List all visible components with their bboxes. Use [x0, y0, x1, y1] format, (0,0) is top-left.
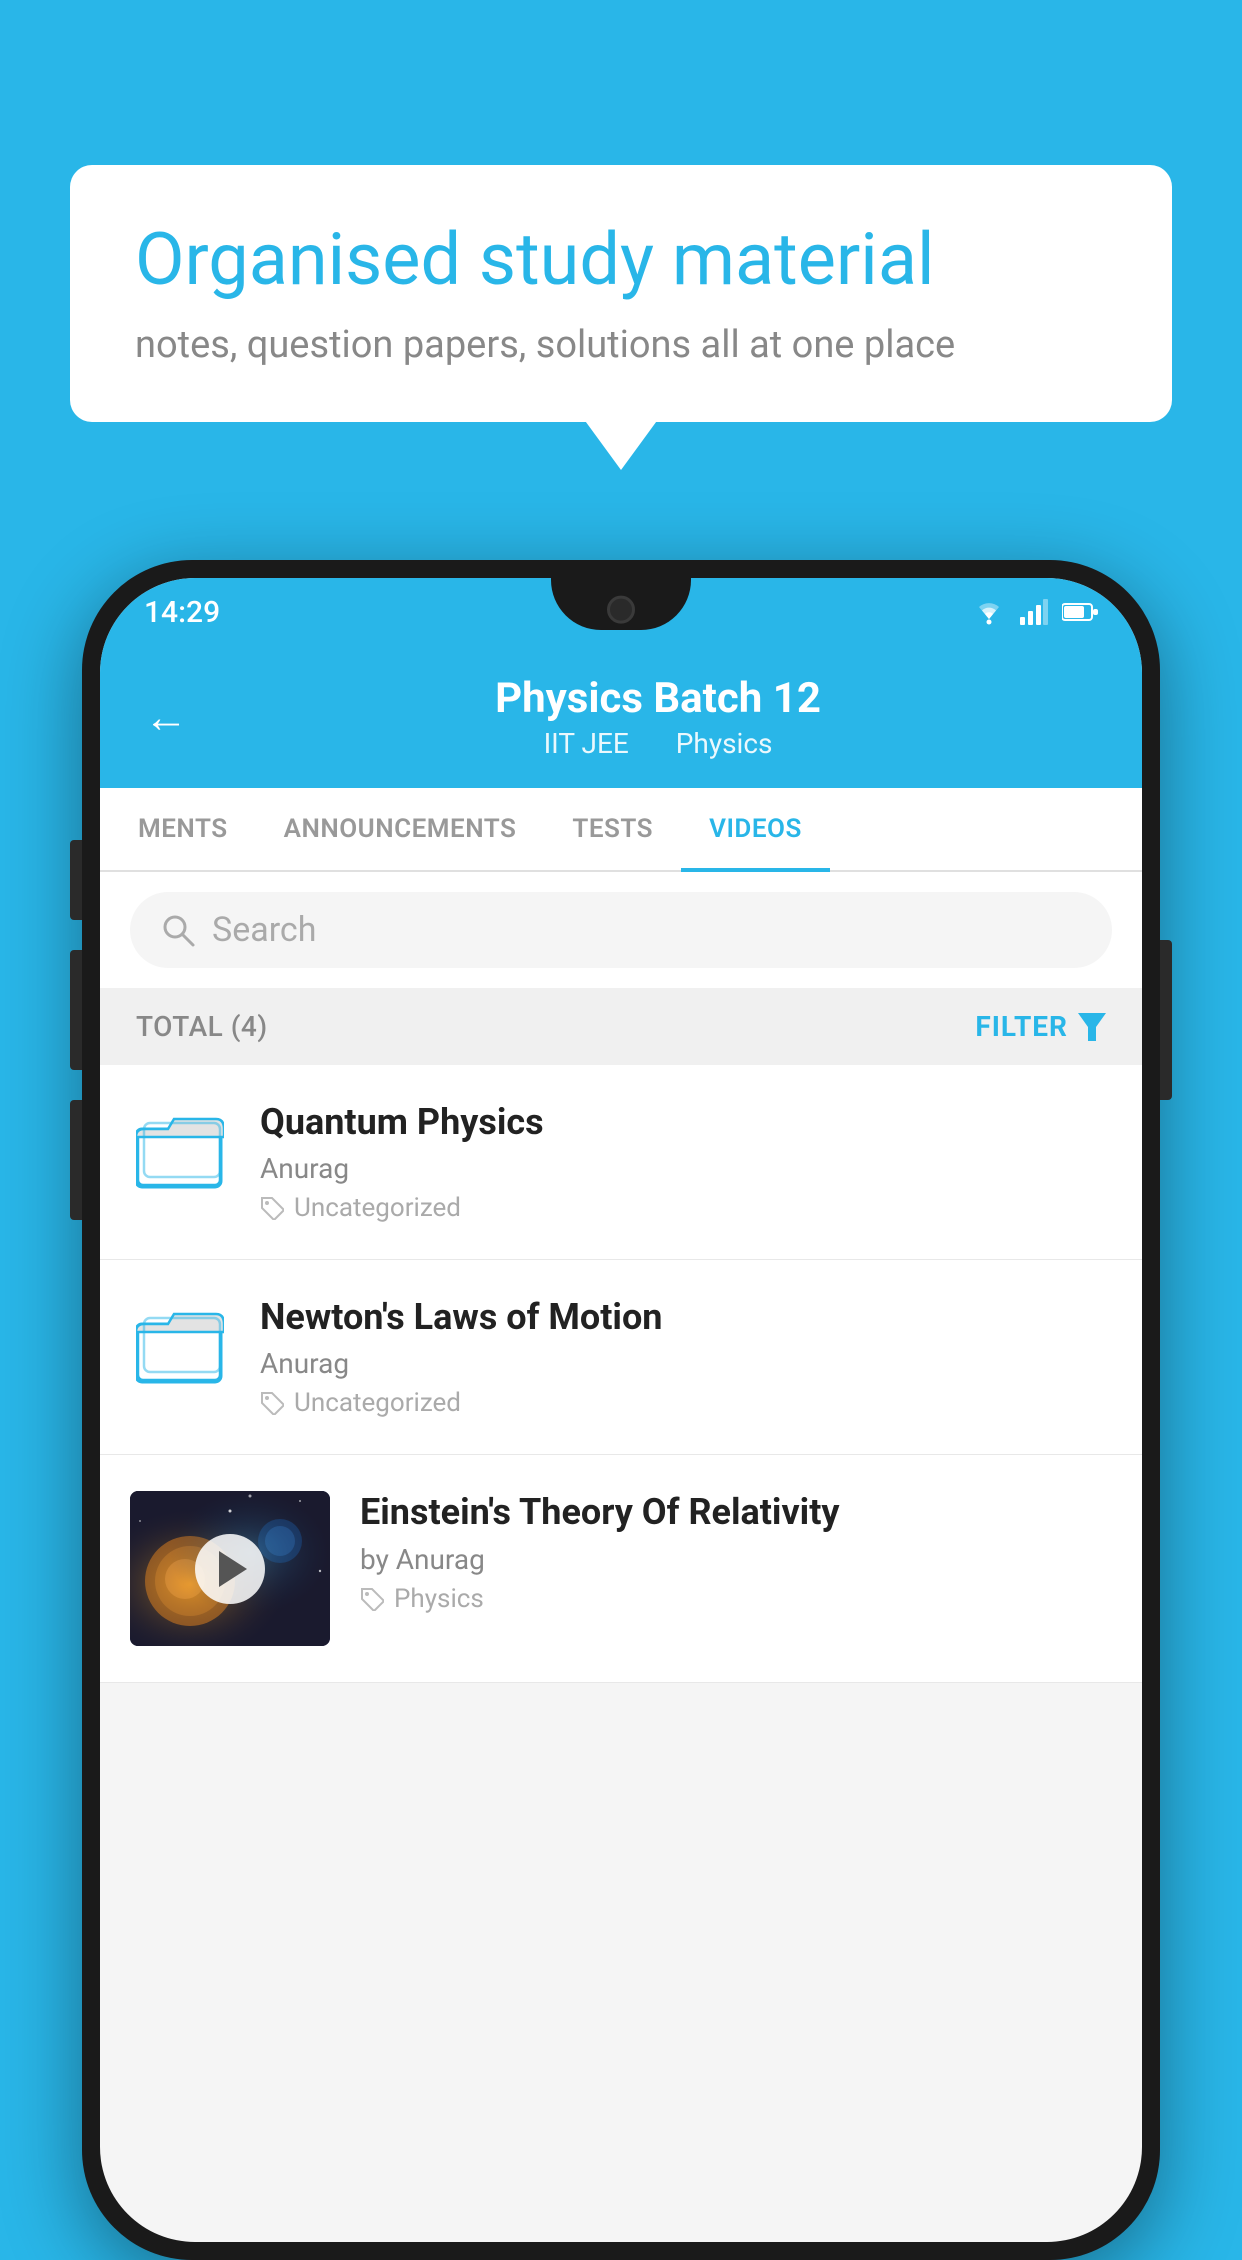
play-triangle-icon: [219, 1551, 247, 1587]
header-subtitle: IIT JEE Physics: [218, 727, 1098, 760]
video-info: Newton's Laws of Motion Anurag Uncategor…: [260, 1296, 1112, 1418]
status-time: 14:29: [144, 595, 220, 630]
tag-icon: [360, 1587, 384, 1611]
folder-icon-container: [130, 1101, 230, 1201]
tabs-bar: MENTS ANNOUNCEMENTS TESTS VIDEOS: [100, 788, 1142, 872]
phone-power-button: [1160, 940, 1172, 1100]
video-tag: Uncategorized: [260, 1388, 1112, 1418]
tag-icon: [260, 1196, 284, 1220]
video-title: Quantum Physics: [260, 1101, 1112, 1144]
search-icon: [160, 912, 196, 948]
phone-silent-button: [70, 1100, 82, 1220]
subtitle-iitjee: IIT JEE: [544, 727, 629, 760]
app-header: ← Physics Batch 12 IIT JEE Physics: [100, 646, 1142, 788]
video-author: Anurag: [260, 1152, 1112, 1185]
video-info: Einstein's Theory Of Relativity by Anura…: [360, 1491, 1112, 1613]
tab-videos[interactable]: VIDEOS: [681, 788, 830, 870]
search-input[interactable]: Search: [212, 910, 316, 950]
folder-icon: [136, 1107, 224, 1195]
video-tag: Uncategorized: [260, 1193, 1112, 1223]
total-count: TOTAL (4): [136, 1010, 268, 1043]
video-title: Newton's Laws of Motion: [260, 1296, 1112, 1339]
video-list: Quantum Physics Anurag Uncategorized: [100, 1065, 1142, 1683]
tab-ments[interactable]: MENTS: [110, 788, 256, 870]
folder-icon-container: [130, 1296, 230, 1396]
tag-label: Physics: [394, 1584, 484, 1614]
video-tag: Physics: [360, 1584, 1112, 1614]
signal-icon: [1020, 599, 1048, 625]
speech-bubble: Organised study material notes, question…: [70, 165, 1172, 422]
bubble-title: Organised study material: [135, 220, 1107, 299]
filter-label: FILTER: [975, 1010, 1068, 1043]
wifi-icon: [972, 599, 1006, 625]
tab-announcements[interactable]: ANNOUNCEMENTS: [256, 788, 545, 870]
phone-screen: 14:29: [100, 578, 1142, 2242]
folder-icon: [136, 1302, 224, 1390]
search-container[interactable]: Search: [130, 892, 1112, 968]
filter-icon: [1078, 1013, 1106, 1041]
tag-label: Uncategorized: [294, 1193, 461, 1223]
front-camera: [607, 596, 635, 624]
list-item[interactable]: Newton's Laws of Motion Anurag Uncategor…: [100, 1260, 1142, 1455]
phone-volume-up-button: [70, 840, 82, 920]
list-item[interactable]: Quantum Physics Anurag Uncategorized: [100, 1065, 1142, 1260]
back-button[interactable]: ←: [144, 695, 188, 739]
video-author: by Anurag: [360, 1543, 1112, 1576]
header-title: Physics Batch 12: [218, 674, 1098, 723]
video-author: Anurag: [260, 1347, 1112, 1380]
status-bar: 14:29: [100, 578, 1142, 646]
play-button[interactable]: [195, 1534, 265, 1604]
tab-tests[interactable]: TESTS: [544, 788, 681, 870]
tag-label: Uncategorized: [294, 1388, 461, 1418]
video-thumbnail: [130, 1491, 330, 1646]
battery-icon: [1062, 602, 1098, 622]
speech-bubble-section: Organised study material notes, question…: [70, 165, 1172, 422]
phone-volume-down-button: [70, 950, 82, 1070]
subtitle-physics: Physics: [676, 727, 773, 760]
filter-bar: TOTAL (4) FILTER: [100, 988, 1142, 1065]
tag-icon: [260, 1391, 284, 1415]
list-item[interactable]: Einstein's Theory Of Relativity by Anura…: [100, 1455, 1142, 1683]
filter-button[interactable]: FILTER: [975, 1010, 1106, 1043]
video-info: Quantum Physics Anurag Uncategorized: [260, 1101, 1112, 1223]
status-icons: [972, 599, 1098, 625]
video-title: Einstein's Theory Of Relativity: [360, 1491, 1112, 1534]
notch: [551, 578, 691, 630]
search-section: Search: [100, 872, 1142, 988]
header-center: Physics Batch 12 IIT JEE Physics: [218, 674, 1098, 760]
bubble-subtitle: notes, question papers, solutions all at…: [135, 323, 1107, 367]
phone-frame: 14:29: [82, 560, 1160, 2260]
